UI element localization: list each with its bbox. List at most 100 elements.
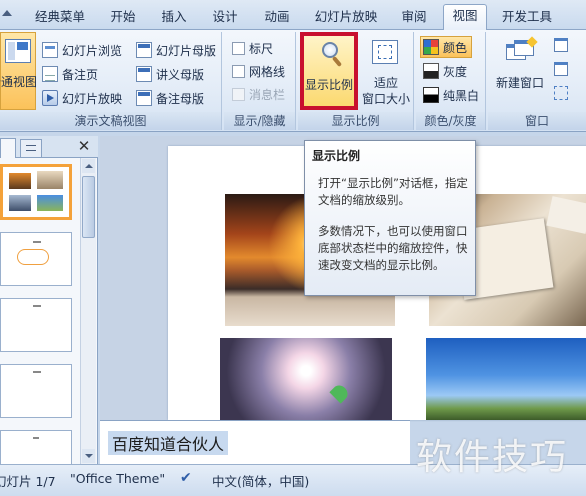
gridlines-checkbox[interactable]: 网格线 (232, 60, 285, 82)
slide-thumbnail-2[interactable] (0, 232, 72, 286)
color-icon (423, 39, 439, 55)
zoom-label: 显示比例 (304, 78, 353, 92)
grayscale-label: 灰度 (443, 64, 468, 79)
scroll-up-icon[interactable] (82, 159, 95, 173)
slide-thumbnail-3[interactable] (0, 298, 72, 352)
ruler-checkbox[interactable]: 标尺 (232, 37, 273, 59)
move-split-icon[interactable] (554, 86, 568, 100)
scroll-down-icon[interactable] (82, 449, 95, 463)
normal-view-label: 普通视图 (0, 75, 37, 89)
new-window-label: 新建窗口 (495, 76, 544, 90)
ribbon: 普通视图 幻灯片浏览 备注页 幻灯片放映 幻灯片母版 讲义母版 备注母版 演示文… (0, 30, 586, 132)
slide-master-icon (136, 42, 152, 58)
slide-master-button[interactable]: 幻灯片母版 (136, 39, 216, 61)
tooltip-title: 显示比例 (312, 149, 361, 163)
group-label-show-hide: 显示/隐藏 (224, 112, 295, 130)
gridlines-label: 网格线 (249, 64, 286, 79)
notes-master-icon (136, 90, 152, 106)
ruler-check-icon[interactable] (232, 41, 245, 55)
magnifier-icon (320, 42, 343, 68)
group-label-views: 演示文稿视图 (0, 112, 221, 130)
scroll-thumb[interactable] (82, 176, 95, 238)
tab-design[interactable]: 设计 (202, 6, 248, 28)
group-color-grayscale: 颜色 灰度 纯黑白 颜色/灰度 (416, 32, 486, 130)
slide-thumbnail-4[interactable] (0, 364, 72, 418)
notes-text[interactable]: 百度知道合伙人 (108, 431, 229, 455)
slide-thumbnail-1[interactable] (0, 164, 72, 220)
tab-animations[interactable]: 动画 (254, 6, 300, 28)
new-window-icon (506, 36, 538, 64)
grayscale-button[interactable]: 灰度 (423, 60, 467, 82)
cascade-icon[interactable] (554, 62, 568, 76)
group-window: 新建窗口 窗口 (488, 32, 586, 130)
slide-show-button[interactable]: 幻灯片放映 (42, 87, 122, 109)
language-indicator[interactable]: 中文(简体，中国) (212, 471, 309, 490)
zoom-button[interactable]: 显示比例 (300, 32, 358, 110)
tab-review[interactable]: 审阅 (390, 6, 438, 28)
normal-view-button[interactable]: 普通视图 (0, 32, 37, 110)
notes-master-label: 备注母版 (156, 91, 205, 106)
handout-master-icon (136, 66, 152, 82)
gridlines-check-icon[interactable] (232, 64, 245, 78)
notes-pane[interactable]: 百度知道合伙人 (100, 420, 410, 464)
sky-landscape-photo[interactable] (426, 338, 586, 420)
ruler-label: 标尺 (249, 41, 274, 56)
hand-heart-photo[interactable] (220, 338, 392, 420)
slide-counter: 幻灯片 1/7 (0, 474, 56, 489)
message-bar-check-icon[interactable] (232, 87, 245, 101)
message-bar-label: 消息栏 (249, 87, 286, 102)
thumbnails-scrollbar[interactable] (80, 158, 96, 464)
tab-view[interactable]: 视图 (443, 4, 487, 31)
tab-slide-show[interactable]: 幻灯片放映 (305, 6, 387, 28)
group-label-window: 窗口 (488, 112, 586, 130)
tooltip-body: 打开“显示比例”对话框，指定文档的缩放级别。 多数情况下，也可以使用窗口底部状态… (318, 175, 472, 274)
message-bar-checkbox[interactable]: 消息栏 (232, 83, 285, 105)
color-button[interactable]: 颜色 (420, 36, 473, 58)
normal-view-icon (5, 39, 31, 63)
black-white-label: 纯黑白 (443, 88, 480, 103)
slide-sorter-icon (42, 42, 58, 58)
notes-master-button[interactable]: 备注母版 (136, 87, 204, 109)
slide-sorter-label: 幻灯片浏览 (62, 43, 123, 58)
slide-thumbnail-5[interactable] (0, 430, 72, 464)
group-label-color: 颜色/灰度 (416, 112, 485, 130)
slide-master-label: 幻灯片母版 (156, 43, 217, 58)
notes-page-icon (42, 66, 58, 82)
tab-insert[interactable]: 插入 (151, 6, 197, 28)
quick-access-arrow-icon[interactable] (2, 10, 12, 16)
pane-tabs: ✕ (0, 136, 98, 158)
watermark-text: 软件技巧 (416, 437, 569, 478)
notes-page-button[interactable]: 备注页 (42, 63, 98, 85)
slide-show-label: 幻灯片放映 (62, 91, 123, 106)
slide-show-icon (42, 90, 58, 106)
grayscale-icon (423, 63, 439, 79)
black-white-icon (423, 87, 439, 103)
slide-sorter-button[interactable]: 幻灯片浏览 (42, 39, 122, 61)
arrange-all-icon[interactable] (554, 38, 568, 52)
tab-developer[interactable]: 开发工具 (494, 6, 560, 28)
handout-master-label: 讲义母版 (156, 67, 205, 82)
fit-to-window-label-2: 窗口大小 (361, 92, 410, 106)
group-zoom: 显示比例 适应 窗口大小 显示比例 (298, 32, 414, 130)
fit-to-window-button[interactable]: 适应 窗口大小 (360, 32, 412, 110)
group-label-zoom: 显示比例 (298, 112, 413, 130)
slides-tab[interactable] (0, 138, 16, 158)
fit-to-window-label-1: 适应 (373, 76, 398, 90)
spell-check-icon[interactable]: ✔ (180, 470, 192, 486)
close-pane-icon[interactable]: ✕ (76, 138, 92, 154)
theme-name[interactable]: "Office Theme" (70, 471, 165, 486)
group-presentation-views: 普通视图 幻灯片浏览 备注页 幻灯片放映 幻灯片母版 讲义母版 备注母版 演示文… (0, 32, 222, 130)
notes-page-label: 备注页 (62, 67, 99, 82)
tooltip-paragraph-2: 多数情况下，也可以使用窗口底部状态栏中的缩放控件，快速改变文档的显示比例。 (318, 224, 468, 272)
slide-thumbnails-pane (0, 158, 98, 464)
color-label: 颜色 (443, 40, 468, 55)
tab-home[interactable]: 开始 (100, 6, 146, 28)
outline-tab-icon[interactable] (20, 139, 42, 157)
fit-to-window-icon (372, 40, 398, 64)
zoom-tooltip: 显示比例 打开“显示比例”对话框，指定文档的缩放级别。 多数情况下，也可以使用窗… (304, 140, 476, 296)
ribbon-tab-bar: 经典菜单 开始 插入 设计 动画 幻灯片放映 审阅 视图 开发工具 (0, 0, 586, 31)
new-window-button[interactable]: 新建窗口 (492, 32, 548, 110)
tab-classic-menu[interactable]: 经典菜单 (24, 6, 96, 28)
handout-master-button[interactable]: 讲义母版 (136, 63, 204, 85)
black-white-button[interactable]: 纯黑白 (423, 84, 479, 106)
